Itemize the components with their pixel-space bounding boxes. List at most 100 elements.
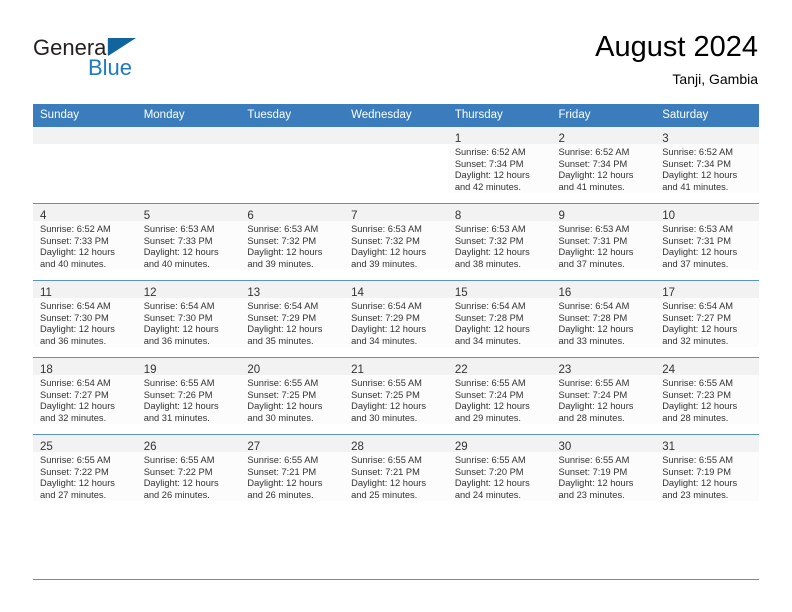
daylight-text: Daylight: 12 hours — [351, 247, 427, 258]
page-header: General Blue August 2024 Tanji, Gambia — [0, 0, 792, 104]
calendar-day-cell[interactable]: 23 Sunrise: 6:55 AM Sunset: 7:24 PM Dayl… — [551, 357, 656, 435]
calendar-day-cell[interactable]: 30 Sunrise: 6:55 AM Sunset: 7:19 PM Dayl… — [551, 434, 656, 511]
sunrise-text: Sunrise: 6:55 AM — [558, 455, 630, 465]
calendar-day-cell[interactable]: 20 Sunrise: 6:55 AM Sunset: 7:25 PM Dayl… — [240, 357, 345, 435]
daylight-text: Daylight: 12 hours — [351, 324, 427, 335]
calendar-day-cell[interactable]: 8 Sunrise: 6:53 AM Sunset: 7:32 PM Dayli… — [447, 203, 552, 281]
daylight-text-cont: and 39 minutes. — [351, 258, 418, 269]
daylight-text: Daylight: 12 hours — [662, 170, 738, 181]
daylight-text-cont: and 28 minutes. — [662, 412, 729, 423]
calendar-day-cell[interactable]: 31 Sunrise: 6:55 AM Sunset: 7:19 PM Dayl… — [655, 434, 759, 511]
calendar-day-cell[interactable]: 17 Sunrise: 6:54 AM Sunset: 7:27 PM Dayl… — [655, 280, 759, 358]
sunrise-text: Sunrise: 6:52 AM — [662, 147, 734, 157]
sunset-text: Sunset: 7:23 PM — [662, 389, 731, 400]
calendar-day-cell[interactable]: 29 Sunrise: 6:55 AM Sunset: 7:20 PM Dayl… — [447, 434, 552, 511]
sunset-text: Sunset: 7:26 PM — [143, 389, 213, 400]
calendar-day-cell[interactable]: 12 Sunrise: 6:54 AM Sunset: 7:30 PM Dayl… — [136, 280, 241, 358]
day-number: 28 — [351, 441, 364, 453]
calendar-day-cell[interactable] — [136, 127, 241, 204]
daylight-text-cont: and 39 minutes. — [247, 258, 314, 269]
day-number: 19 — [143, 364, 157, 376]
sunrise-text: Sunrise: 6:54 AM — [558, 301, 630, 311]
calendar-day-cell[interactable]: 22 Sunrise: 6:55 AM Sunset: 7:24 PM Dayl… — [447, 357, 552, 435]
daylight-text-cont: and 32 minutes. — [662, 335, 729, 346]
day-number: 30 — [558, 441, 572, 453]
sunset-text: Sunset: 7:32 PM — [247, 235, 317, 246]
day-number: 23 — [558, 364, 572, 376]
day-number: 31 — [662, 441, 676, 453]
calendar-day-cell[interactable]: 21 Sunrise: 6:55 AM Sunset: 7:25 PM Dayl… — [344, 357, 448, 435]
daylight-text-cont: and 41 minutes. — [558, 181, 625, 192]
sunrise-text: Sunrise: 6:53 AM — [558, 224, 630, 234]
sunrise-text: Sunrise: 6:55 AM — [351, 455, 422, 465]
calendar-day-cell[interactable]: 28 Sunrise: 6:55 AM Sunset: 7:21 PM Dayl… — [344, 434, 448, 511]
daylight-text: Daylight: 12 hours — [40, 247, 115, 258]
calendar-day-cell[interactable]: 6 Sunrise: 6:53 AM Sunset: 7:32 PM Dayli… — [240, 203, 345, 281]
sunrise-text: Sunrise: 6:54 AM — [40, 378, 111, 388]
calendar-day-cell[interactable]: 7 Sunrise: 6:53 AM Sunset: 7:32 PM Dayli… — [344, 203, 448, 281]
sunrise-text: Sunrise: 6:55 AM — [247, 455, 319, 465]
calendar-day-cell[interactable]: 25 Sunrise: 6:55 AM Sunset: 7:22 PM Dayl… — [33, 434, 137, 511]
day-number: 8 — [454, 210, 462, 222]
calendar-day-cell[interactable]: 5 Sunrise: 6:53 AM Sunset: 7:33 PM Dayli… — [136, 203, 241, 281]
triangle-icon — [108, 38, 136, 56]
sunset-text: Sunset: 7:31 PM — [662, 235, 731, 246]
day-number: 16 — [558, 287, 572, 299]
sunrise-text: Sunrise: 6:53 AM — [662, 224, 734, 234]
sunset-text: Sunset: 7:25 PM — [247, 389, 317, 400]
calendar-day-cell[interactable]: 16 Sunrise: 6:54 AM Sunset: 7:28 PM Dayl… — [551, 280, 656, 358]
calendar-day-cell[interactable]: 10 Sunrise: 6:53 AM Sunset: 7:31 PM Dayl… — [655, 203, 759, 281]
sunset-text: Sunset: 7:33 PM — [143, 235, 213, 246]
daylight-text-cont: and 33 minutes. — [558, 335, 625, 346]
calendar-day-cell[interactable]: 18 Sunrise: 6:54 AM Sunset: 7:27 PM Dayl… — [33, 357, 137, 435]
sunrise-text: Sunrise: 6:54 AM — [662, 301, 734, 311]
daylight-text: Daylight: 12 hours — [558, 401, 634, 412]
calendar-week-row: 4 Sunrise: 6:52 AM Sunset: 7:33 PM Dayli… — [33, 203, 759, 281]
calendar-header-row: Sunday Monday Tuesday Wednesday Thursday… — [33, 104, 759, 127]
sunset-text: Sunset: 7:29 PM — [247, 312, 317, 323]
calendar-day-cell[interactable]: 11 Sunrise: 6:54 AM Sunset: 7:30 PM Dayl… — [33, 280, 137, 358]
calendar-day-cell[interactable] — [240, 127, 345, 204]
weekday-header-wednesday: Wednesday — [344, 104, 448, 127]
calendar-day-cell[interactable]: 9 Sunrise: 6:53 AM Sunset: 7:31 PM Dayli… — [551, 203, 656, 281]
calendar-week-row: 25 Sunrise: 6:55 AM Sunset: 7:22 PM Dayl… — [33, 434, 759, 511]
calendar-day-cell[interactable]: 4 Sunrise: 6:52 AM Sunset: 7:33 PM Dayli… — [33, 203, 137, 281]
daylight-text-cont: and 26 minutes. — [143, 489, 210, 500]
page-title: August 2024 — [595, 31, 758, 63]
calendar-week-row: 11 Sunrise: 6:54 AM Sunset: 7:30 PM Dayl… — [33, 280, 759, 358]
calendar-week-row: 18 Sunrise: 6:54 AM Sunset: 7:27 PM Dayl… — [33, 357, 759, 435]
calendar-day-cell[interactable]: 27 Sunrise: 6:55 AM Sunset: 7:21 PM Dayl… — [240, 434, 345, 511]
sunrise-text: Sunrise: 6:55 AM — [454, 378, 526, 388]
day-number: 6 — [247, 210, 254, 222]
calendar-day-cell[interactable] — [344, 127, 448, 204]
daylight-text: Daylight: 12 hours — [454, 478, 530, 489]
calendar-day-cell[interactable]: 19 Sunrise: 6:55 AM Sunset: 7:26 PM Dayl… — [136, 357, 241, 435]
sunrise-text: Sunrise: 6:54 AM — [247, 301, 319, 311]
daylight-text: Daylight: 12 hours — [247, 401, 323, 412]
calendar-day-cell[interactable]: 15 Sunrise: 6:54 AM Sunset: 7:28 PM Dayl… — [447, 280, 552, 358]
daylight-text-cont: and 42 minutes. — [454, 181, 521, 192]
calendar-day-cell[interactable]: 24 Sunrise: 6:55 AM Sunset: 7:23 PM Dayl… — [655, 357, 759, 435]
day-number: 4 — [40, 210, 47, 222]
sunset-text: Sunset: 7:28 PM — [454, 312, 524, 323]
daylight-text: Daylight: 12 hours — [454, 401, 530, 412]
sunrise-text: Sunrise: 6:53 AM — [351, 224, 422, 234]
daylight-text: Daylight: 12 hours — [351, 401, 427, 412]
day-number: 20 — [247, 364, 261, 376]
calendar-day-cell[interactable]: 14 Sunrise: 6:54 AM Sunset: 7:29 PM Dayl… — [344, 280, 448, 358]
day-number: 5 — [143, 210, 151, 222]
sunset-text: Sunset: 7:31 PM — [558, 235, 628, 246]
calendar-day-cell[interactable]: 2 Sunrise: 6:52 AM Sunset: 7:34 PM Dayli… — [551, 127, 656, 204]
calendar-day-cell[interactable]: 26 Sunrise: 6:55 AM Sunset: 7:22 PM Dayl… — [136, 434, 241, 511]
general-blue-logo[interactable]: General Blue — [33, 36, 213, 86]
sunset-text: Sunset: 7:34 PM — [454, 158, 524, 169]
calendar-day-cell[interactable] — [33, 127, 137, 204]
daylight-text-cont: and 27 minutes. — [40, 489, 107, 500]
day-number: 12 — [143, 287, 157, 299]
sunrise-text: Sunrise: 6:55 AM — [454, 455, 526, 465]
sunset-text: Sunset: 7:24 PM — [558, 389, 628, 400]
calendar-day-cell[interactable]: 13 Sunrise: 6:54 AM Sunset: 7:29 PM Dayl… — [240, 280, 345, 358]
calendar-day-cell[interactable]: 3 Sunrise: 6:52 AM Sunset: 7:34 PM Dayli… — [655, 127, 759, 204]
daylight-text-cont: and 37 minutes. — [558, 258, 625, 269]
calendar-day-cell[interactable]: 1 Sunrise: 6:52 AM Sunset: 7:34 PM Dayli… — [447, 127, 552, 204]
